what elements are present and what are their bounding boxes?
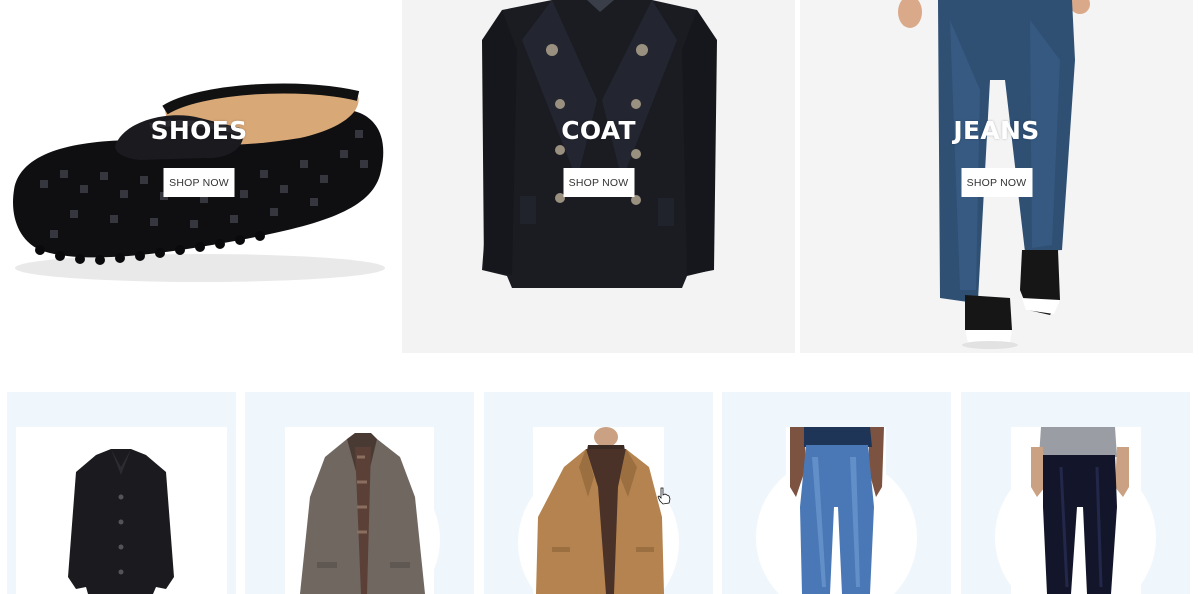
product-card[interactable] [722, 392, 951, 594]
shop-now-button[interactable]: SHOP NOW [163, 168, 235, 197]
category-banners: SHOES SHOP NOW COAT SHOP NOW JEANS SHOP … [0, 0, 1199, 353]
black-wool-coat-icon[interactable] [16, 427, 227, 594]
banner-title[interactable]: COAT [402, 116, 795, 145]
banner-title[interactable]: JEANS [800, 116, 1193, 145]
product-card[interactable] [7, 392, 236, 594]
shop-now-button[interactable]: SHOP NOW [961, 168, 1032, 197]
grey-tweed-overcoat-icon[interactable] [285, 427, 440, 594]
shop-now-button[interactable]: SHOP NOW [563, 168, 634, 197]
dark-skinny-jeans-icon[interactable] [1031, 427, 1131, 594]
banner-coat[interactable]: COAT SHOP NOW [402, 0, 795, 353]
product-card[interactable] [484, 392, 713, 594]
tan-car-coat-icon[interactable] [524, 427, 674, 594]
hand-cursor-icon [657, 487, 671, 505]
banner-jeans[interactable]: JEANS SHOP NOW [800, 0, 1193, 353]
product-grid [0, 392, 1199, 594]
product-card[interactable] [961, 392, 1190, 594]
light-wash-jeans-icon[interactable] [786, 427, 886, 594]
banner-shoes[interactable]: SHOES SHOP NOW [0, 0, 398, 353]
product-card[interactable] [245, 392, 474, 594]
banner-title[interactable]: SHOES [0, 116, 398, 145]
